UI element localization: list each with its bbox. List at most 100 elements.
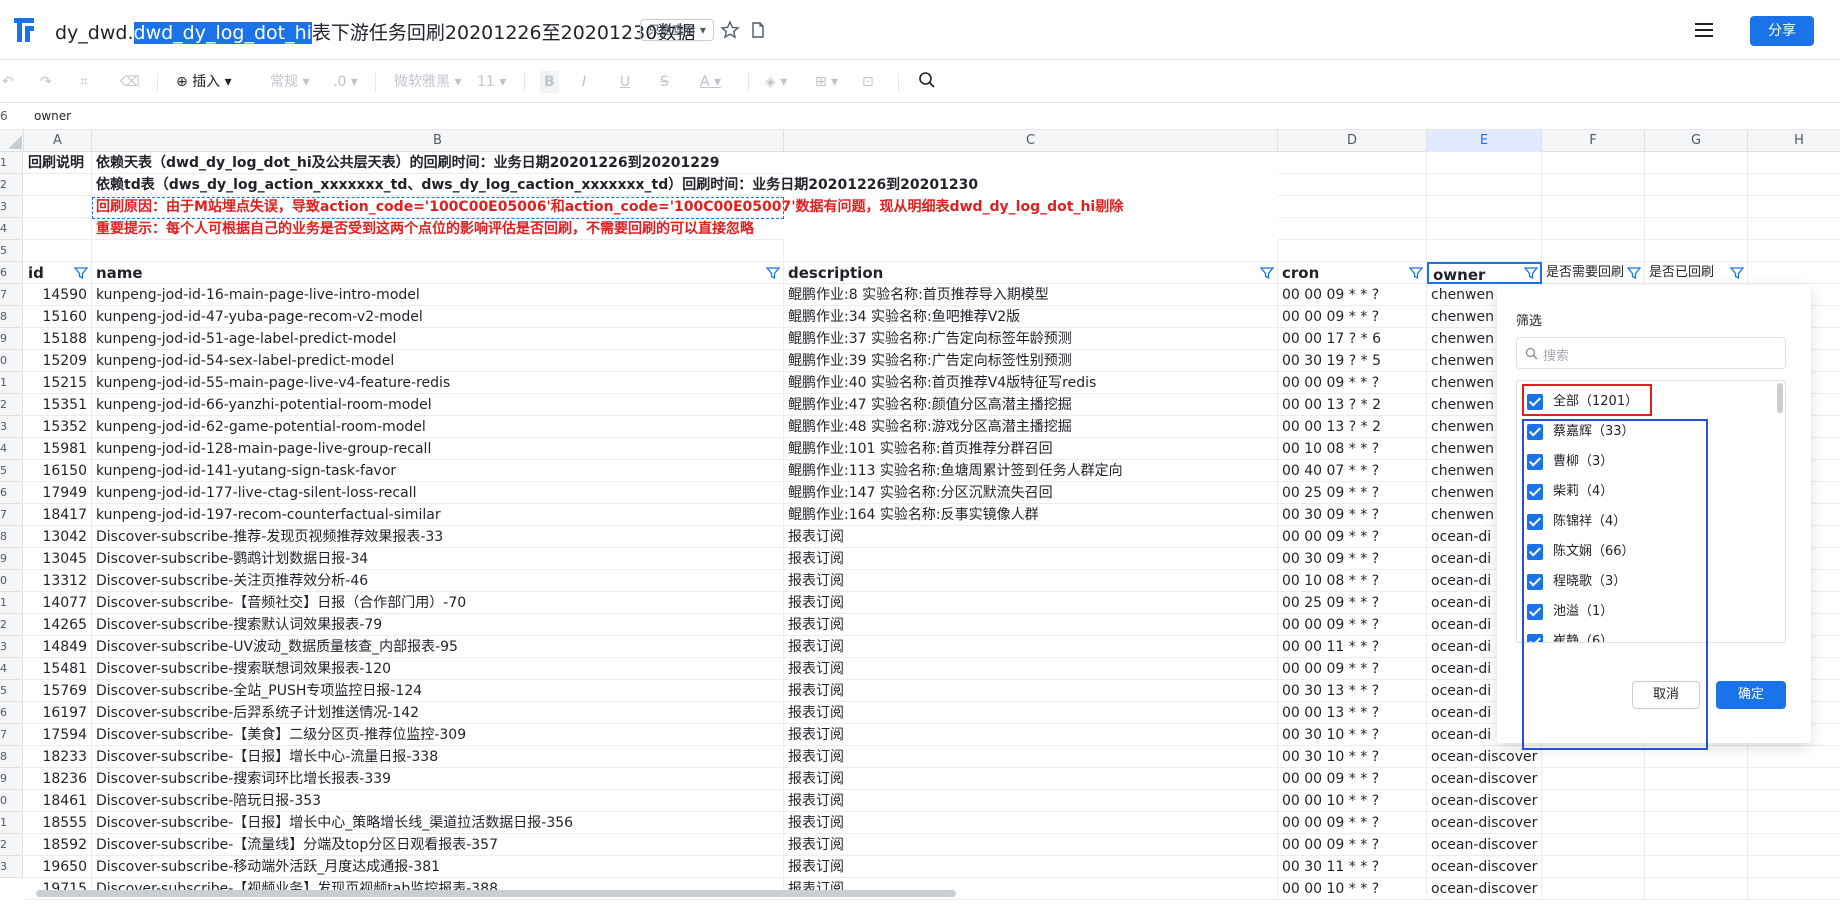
filter-icon[interactable] [1627, 266, 1641, 280]
cell-description[interactable]: 报表订阅 [784, 702, 1278, 724]
underline-button[interactable]: U [620, 71, 630, 93]
cell-description[interactable]: 报表订阅 [784, 614, 1278, 636]
cell-description[interactable]: 报表订阅 [784, 768, 1278, 790]
strikethrough-button[interactable]: S [660, 71, 669, 93]
font-color-button[interactable]: A ▾ [700, 71, 721, 93]
cell-id[interactable]: 15188 [24, 328, 92, 350]
cell-cron[interactable]: 00 00 09 * * ? [1278, 372, 1427, 394]
cell-cron[interactable]: 00 00 09 * * ? [1278, 834, 1427, 856]
empty-cell[interactable] [1645, 834, 1748, 856]
cell-name[interactable]: kunpeng-jod-id-51-age-label-predict-mode… [92, 328, 784, 350]
row-header[interactable]: 0 [0, 350, 23, 372]
empty-cell[interactable] [784, 240, 1278, 262]
empty-cell[interactable] [1542, 768, 1645, 790]
select-all-corner[interactable] [0, 130, 24, 152]
cell-id[interactable]: 17949 [24, 482, 92, 504]
row-header[interactable]: 1 [0, 592, 23, 614]
cell-name[interactable]: Discover-subscribe-陪玩日报-353 [92, 790, 784, 812]
search-icon[interactable] [918, 71, 936, 89]
cell-cron[interactable]: 00 00 11 * * ? [1278, 636, 1427, 658]
cell-id[interactable]: 16150 [24, 460, 92, 482]
empty-cell[interactable] [1427, 218, 1542, 240]
filter-icon[interactable] [1260, 266, 1274, 280]
cell-cron[interactable]: 00 00 09 * * ? [1278, 284, 1427, 306]
cell-owner[interactable]: ocean-discover [1427, 790, 1542, 812]
cell-name[interactable]: Discover-subscribe-关注页推荐效分析-46 [92, 570, 784, 592]
empty-cell[interactable] [1542, 174, 1645, 196]
row-header[interactable]: 5 [0, 460, 23, 482]
cell-cron[interactable]: 00 10 08 * * ? [1278, 438, 1427, 460]
cell-description[interactable]: 报表订阅 [784, 812, 1278, 834]
empty-cell[interactable] [1645, 856, 1748, 878]
empty-cell[interactable] [1278, 152, 1427, 174]
merge-cells-icon[interactable]: ⊡ [862, 71, 874, 93]
cell-cron[interactable]: 00 00 09 * * ? [1278, 306, 1427, 328]
row-header[interactable]: 9 [0, 768, 23, 790]
cell-description[interactable]: 报表订阅 [784, 790, 1278, 812]
cell-description[interactable]: 报表订阅 [784, 636, 1278, 658]
format-painter-icon[interactable]: ⌗ [80, 71, 88, 93]
cell-name[interactable]: kunpeng-jod-id-54-sex-label-predict-mode… [92, 350, 784, 372]
row-header[interactable]: 2 [0, 614, 23, 636]
row-header[interactable]: 5 [0, 680, 23, 702]
cell-id[interactable]: 15481 [24, 658, 92, 680]
cell-id[interactable]: 13045 [24, 548, 92, 570]
bold-button[interactable]: B [540, 71, 559, 93]
clear-format-icon[interactable]: ⌫ [120, 71, 140, 93]
cell-cron[interactable]: 00 00 10 * * ? [1278, 878, 1427, 900]
cell-id[interactable]: 18555 [24, 812, 92, 834]
decimal-select[interactable]: .0 ▾ [333, 71, 358, 93]
cell-id[interactable]: 14077 [24, 592, 92, 614]
empty-cell[interactable] [1427, 152, 1542, 174]
empty-cell[interactable] [1645, 812, 1748, 834]
cell-cron[interactable]: 00 30 13 * * ? [1278, 680, 1427, 702]
insert-button[interactable]: ⊕ 插入 ▾ [176, 71, 232, 93]
empty-cell[interactable] [1542, 834, 1645, 856]
cell-name[interactable]: kunpeng-jod-id-47-yuba-page-recom-v2-mod… [92, 306, 784, 328]
cell-cron[interactable]: 00 40 07 * * ? [1278, 460, 1427, 482]
empty-cell[interactable] [1427, 196, 1542, 218]
column-header-a[interactable]: A [24, 130, 92, 152]
empty-cell[interactable] [1278, 240, 1427, 262]
header-name[interactable]: name [92, 262, 784, 284]
empty-cell[interactable] [1748, 746, 1840, 768]
empty-cell[interactable] [1748, 240, 1840, 262]
cell-description[interactable]: 报表订阅 [784, 548, 1278, 570]
row-header[interactable]: 1 [0, 152, 23, 174]
cell-id[interactable]: 15351 [24, 394, 92, 416]
cell-name[interactable]: Discover-subscribe-推荐-发现页视频推荐效果报表-33 [92, 526, 784, 548]
row-header[interactable]: 1 [0, 812, 23, 834]
horizontal-scrollbar[interactable] [36, 890, 956, 897]
cell-cron[interactable]: 00 10 08 * * ? [1278, 570, 1427, 592]
cell-name[interactable]: kunpeng-jod-id-128-main-page-live-group-… [92, 438, 784, 460]
cell-a1[interactable]: 回刷说明 [24, 152, 92, 174]
row-header[interactable]: 4 [0, 218, 23, 240]
empty-cell[interactable] [24, 174, 92, 196]
empty-cell[interactable] [1748, 196, 1840, 218]
empty-cell[interactable] [1748, 878, 1840, 900]
cell-cron[interactable]: 00 30 10 * * ? [1278, 724, 1427, 746]
empty-cell[interactable] [1748, 812, 1840, 834]
empty-cell[interactable] [1645, 878, 1748, 900]
formula-bar[interactable]: 6 owner [0, 104, 1840, 130]
cell-id[interactable]: 13042 [24, 526, 92, 548]
column-header-g[interactable]: G [1645, 130, 1748, 152]
cell-description[interactable]: 鲲鹏作业:48 实验名称:游戏分区高潜主播挖掘 [784, 416, 1278, 438]
empty-cell[interactable] [1645, 152, 1748, 174]
cell-name[interactable]: kunpeng-jod-id-197-recom-counterfactual-… [92, 504, 784, 526]
cell-cron[interactable]: 00 25 09 * * ? [1278, 482, 1427, 504]
cell-cron[interactable]: 00 00 09 * * ? [1278, 812, 1427, 834]
cell-b2[interactable]: 依赖td表（dws_dy_log_action_xxxxxxx_td、dws_d… [92, 174, 978, 196]
cell-cron[interactable]: 00 00 10 * * ? [1278, 790, 1427, 812]
empty-cell[interactable] [1645, 240, 1748, 262]
row-header[interactable]: 7 [0, 504, 23, 526]
cell-name[interactable]: kunpeng-jod-id-141-yutang-sign-task-favo… [92, 460, 784, 482]
row-header[interactable]: 0 [0, 570, 23, 592]
star-icon[interactable] [720, 20, 740, 40]
filter-icon[interactable] [1409, 266, 1423, 280]
cell-id[interactable]: 15160 [24, 306, 92, 328]
cell-name[interactable]: Discover-subscribe-搜索词环比增长报表-339 [92, 768, 784, 790]
share-button[interactable]: 分享 [1750, 16, 1814, 46]
cell-id[interactable]: 18417 [24, 504, 92, 526]
cell-id[interactable]: 15769 [24, 680, 92, 702]
